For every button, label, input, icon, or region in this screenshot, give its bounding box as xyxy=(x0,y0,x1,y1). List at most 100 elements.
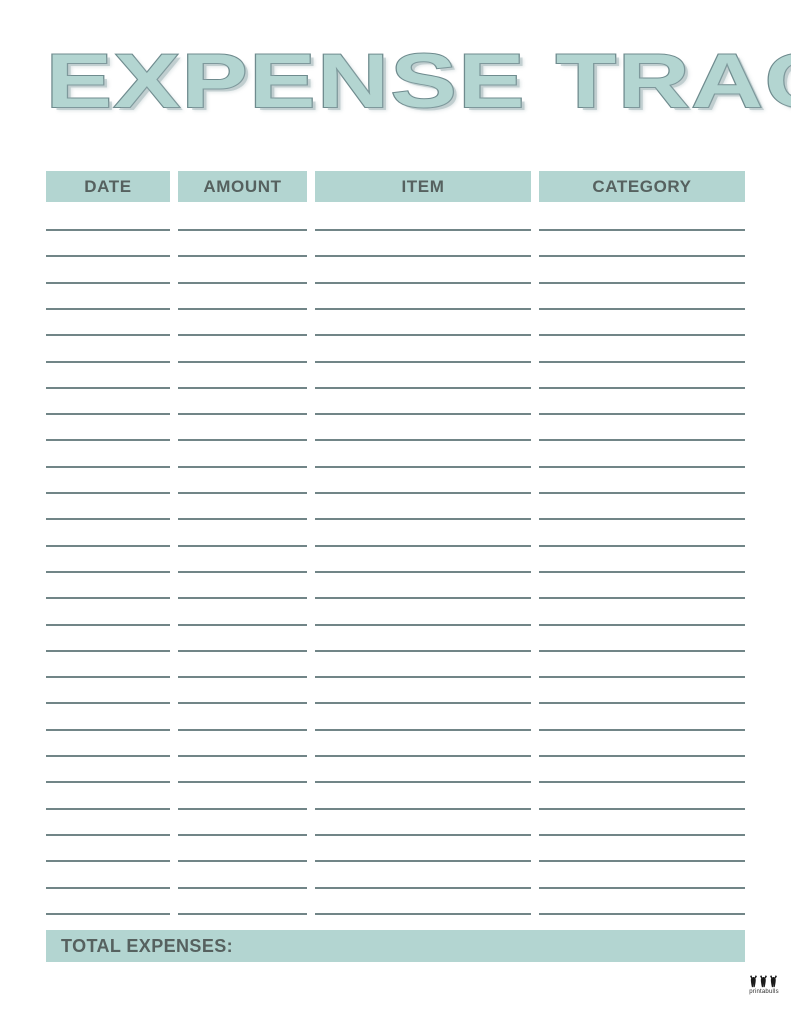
write-line-amount[interactable] xyxy=(178,229,307,231)
write-line-amount[interactable] xyxy=(178,386,307,389)
write-line-category[interactable] xyxy=(539,492,745,494)
total-expenses-bar[interactable]: TOTAL EXPENSES: xyxy=(46,930,745,962)
table-row[interactable] xyxy=(46,386,745,389)
write-line-date[interactable] xyxy=(46,334,170,337)
write-line-category[interactable] xyxy=(539,544,745,547)
write-line-amount[interactable] xyxy=(178,413,307,416)
write-line-date[interactable] xyxy=(46,465,170,468)
write-line-category[interactable] xyxy=(539,281,745,284)
write-line-item[interactable] xyxy=(315,702,531,705)
write-line-amount[interactable] xyxy=(178,334,307,337)
table-row[interactable] xyxy=(46,755,745,757)
write-line-amount[interactable] xyxy=(178,307,307,310)
write-line-date[interactable] xyxy=(46,649,170,652)
table-row[interactable] xyxy=(46,781,745,784)
write-line-category[interactable] xyxy=(539,860,745,863)
table-row[interactable] xyxy=(46,255,745,258)
write-line-date[interactable] xyxy=(46,439,170,442)
write-line-item[interactable] xyxy=(315,386,531,389)
table-row[interactable] xyxy=(46,649,745,652)
write-line-category[interactable] xyxy=(539,570,745,573)
write-line-date[interactable] xyxy=(46,807,170,810)
write-line-amount[interactable] xyxy=(178,544,307,547)
write-line-amount[interactable] xyxy=(178,833,307,836)
write-line-date[interactable] xyxy=(46,781,170,784)
write-line-date[interactable] xyxy=(46,544,170,547)
write-line-item[interactable] xyxy=(315,860,531,863)
write-line-category[interactable] xyxy=(539,755,745,757)
write-line-item[interactable] xyxy=(315,465,531,468)
write-line-date[interactable] xyxy=(46,281,170,284)
write-line-item[interactable] xyxy=(315,334,531,337)
write-line-date[interactable] xyxy=(46,492,170,494)
table-row[interactable] xyxy=(46,360,745,363)
write-line-category[interactable] xyxy=(539,465,745,468)
write-line-item[interactable] xyxy=(315,833,531,836)
write-line-date[interactable] xyxy=(46,728,170,731)
table-row[interactable] xyxy=(46,886,745,889)
write-line-date[interactable] xyxy=(46,360,170,363)
table-row[interactable] xyxy=(46,676,745,679)
write-line-item[interactable] xyxy=(315,518,531,521)
write-line-amount[interactable] xyxy=(178,492,307,494)
write-line-item[interactable] xyxy=(315,281,531,284)
write-line-amount[interactable] xyxy=(178,570,307,573)
write-line-amount[interactable] xyxy=(178,623,307,626)
table-row[interactable] xyxy=(46,229,745,231)
write-line-item[interactable] xyxy=(315,728,531,731)
write-line-item[interactable] xyxy=(315,229,531,231)
write-line-date[interactable] xyxy=(46,570,170,573)
write-line-amount[interactable] xyxy=(178,755,307,757)
write-line-item[interactable] xyxy=(315,255,531,258)
write-line-item[interactable] xyxy=(315,597,531,600)
table-row[interactable] xyxy=(46,492,745,494)
write-line-date[interactable] xyxy=(46,413,170,416)
write-line-category[interactable] xyxy=(539,334,745,337)
table-row[interactable] xyxy=(46,465,745,468)
write-line-category[interactable] xyxy=(539,676,745,679)
write-line-date[interactable] xyxy=(46,755,170,757)
write-line-category[interactable] xyxy=(539,728,745,731)
write-line-amount[interactable] xyxy=(178,360,307,363)
write-line-item[interactable] xyxy=(315,781,531,784)
write-line-date[interactable] xyxy=(46,597,170,600)
write-line-item[interactable] xyxy=(315,807,531,810)
table-row[interactable] xyxy=(46,833,745,836)
table-row[interactable] xyxy=(46,413,745,416)
write-line-item[interactable] xyxy=(315,676,531,679)
write-line-amount[interactable] xyxy=(178,781,307,784)
write-line-category[interactable] xyxy=(539,833,745,836)
table-row[interactable] xyxy=(46,544,745,547)
write-line-item[interactable] xyxy=(315,570,531,573)
write-line-category[interactable] xyxy=(539,518,745,521)
write-line-item[interactable] xyxy=(315,623,531,626)
write-line-date[interactable] xyxy=(46,229,170,231)
write-line-amount[interactable] xyxy=(178,676,307,679)
write-line-item[interactable] xyxy=(315,413,531,416)
table-row[interactable] xyxy=(46,807,745,810)
table-row[interactable] xyxy=(46,702,745,705)
write-line-category[interactable] xyxy=(539,597,745,600)
write-line-amount[interactable] xyxy=(178,255,307,258)
write-line-category[interactable] xyxy=(539,386,745,389)
write-line-date[interactable] xyxy=(46,912,170,915)
table-row[interactable] xyxy=(46,623,745,626)
write-line-category[interactable] xyxy=(539,413,745,416)
write-line-item[interactable] xyxy=(315,307,531,310)
write-line-category[interactable] xyxy=(539,807,745,810)
write-line-item[interactable] xyxy=(315,755,531,757)
write-line-date[interactable] xyxy=(46,386,170,389)
write-line-category[interactable] xyxy=(539,702,745,705)
write-line-date[interactable] xyxy=(46,676,170,679)
write-line-item[interactable] xyxy=(315,492,531,494)
write-line-date[interactable] xyxy=(46,623,170,626)
table-row[interactable] xyxy=(46,860,745,863)
write-line-amount[interactable] xyxy=(178,912,307,915)
write-line-item[interactable] xyxy=(315,439,531,442)
table-row[interactable] xyxy=(46,912,745,915)
table-row[interactable] xyxy=(46,439,745,442)
write-line-item[interactable] xyxy=(315,912,531,915)
write-line-amount[interactable] xyxy=(178,728,307,731)
write-line-amount[interactable] xyxy=(178,702,307,705)
write-line-item[interactable] xyxy=(315,544,531,547)
